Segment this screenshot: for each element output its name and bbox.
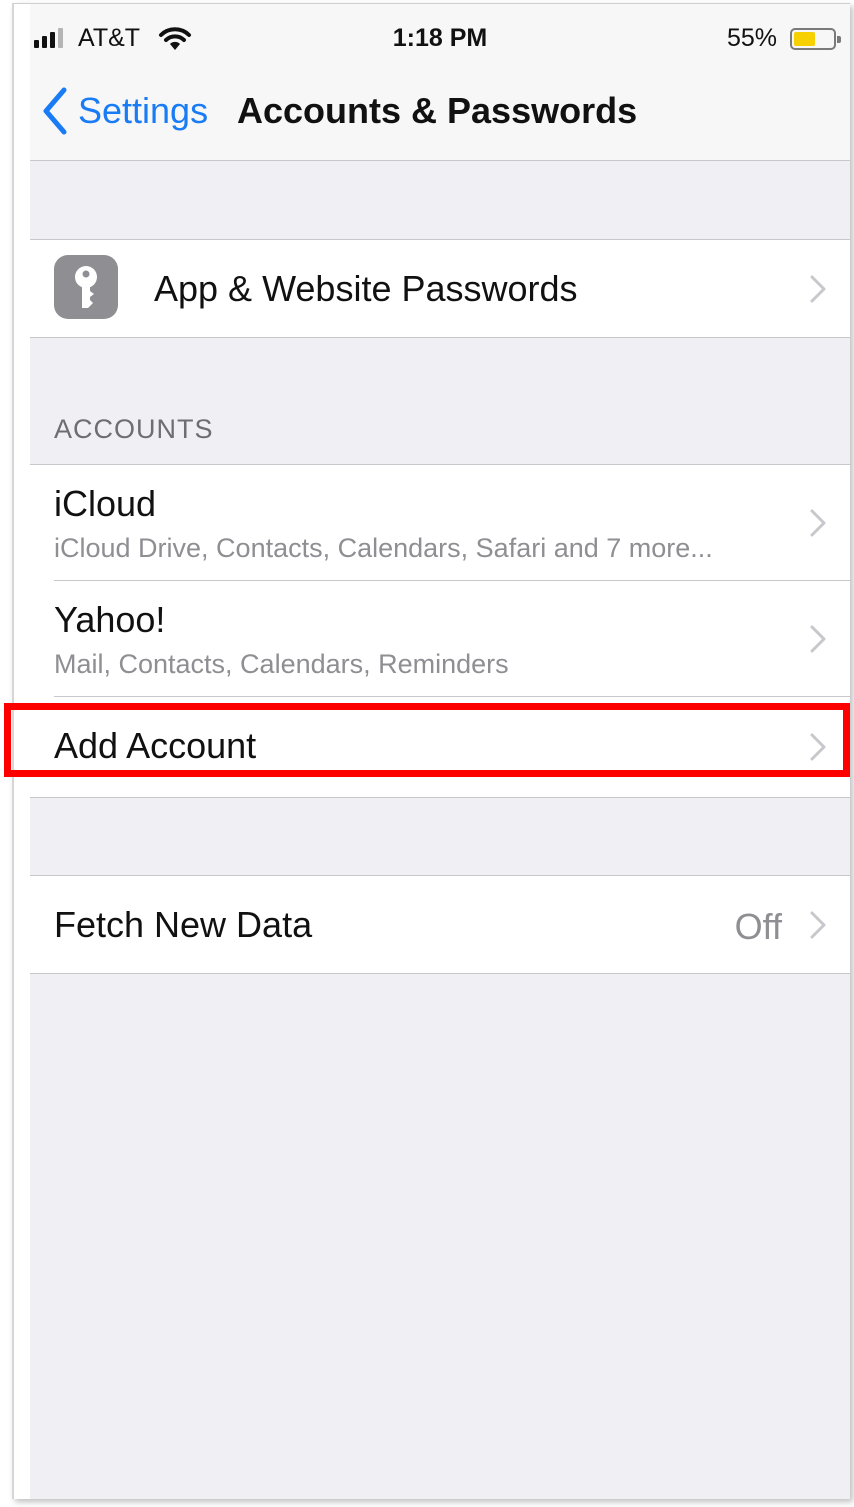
accounts-section-header: ACCOUNTS	[54, 414, 214, 444]
device-frame: AT&T 1:18 PM 55% Settings Accounts & Pas…	[12, 3, 850, 1499]
fetch-group: Fetch New Data Off	[30, 875, 850, 974]
key-glyph-icon	[75, 266, 97, 308]
status-bar: AT&T 1:18 PM 55%	[30, 4, 850, 74]
add-account-row[interactable]: Add Account	[30, 697, 850, 797]
account-subtitle: iCloud Drive, Contacts, Calendars, Safar…	[54, 533, 713, 563]
back-chevron-icon[interactable]	[40, 86, 70, 136]
back-button[interactable]: Settings	[78, 90, 208, 132]
battery-percent: 55%	[727, 24, 778, 52]
app-website-passwords-label: App & Website Passwords	[154, 268, 578, 309]
passwords-group: App & Website Passwords	[30, 239, 850, 338]
account-title: iCloud	[54, 483, 157, 524]
settings-screen: AT&T 1:18 PM 55% Settings Accounts & Pas…	[30, 4, 850, 1499]
fetch-new-data-row[interactable]: Fetch New Data Off	[30, 876, 850, 973]
battery-nub	[837, 36, 841, 43]
chevron-right-icon	[810, 733, 826, 761]
screen-edge	[14, 4, 30, 1499]
account-row-yahoo[interactable]: Yahoo! Mail, Contacts, Calendars, Remind…	[30, 581, 850, 696]
page-title: Accounts & Passwords	[237, 90, 638, 131]
add-account-label: Add Account	[54, 725, 257, 766]
account-row-icloud[interactable]: iCloud iCloud Drive, Contacts, Calendars…	[30, 465, 850, 580]
key-icon	[54, 255, 118, 319]
fetch-value: Off	[734, 906, 782, 947]
chevron-right-icon	[810, 509, 826, 537]
chevron-right-icon	[810, 275, 826, 303]
fetch-new-data-label: Fetch New Data	[54, 904, 313, 945]
app-website-passwords-row[interactable]: App & Website Passwords	[30, 240, 850, 337]
chevron-right-icon	[810, 911, 826, 939]
account-title: Yahoo!	[54, 599, 166, 640]
battery-fill	[794, 32, 815, 46]
chevron-right-icon	[810, 625, 826, 653]
battery-icon	[790, 28, 841, 50]
accounts-group: iCloud iCloud Drive, Contacts, Calendars…	[30, 464, 850, 798]
navigation-bar: Settings Accounts & Passwords	[30, 74, 850, 161]
account-subtitle: Mail, Contacts, Calendars, Reminders	[54, 649, 509, 679]
